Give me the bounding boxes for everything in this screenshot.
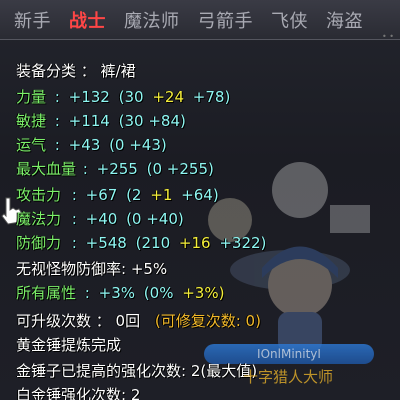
stat-total: +114: [68, 112, 110, 130]
stat-total: +548: [85, 234, 127, 252]
ignore-defense-row: 无视怪物防御率: +5%: [16, 260, 168, 278]
tab-warrior[interactable]: 战士: [61, 3, 114, 37]
all-stats-row: 所有属性 : +3% (0% +3%): [16, 284, 225, 302]
tab-magician[interactable]: 魔法师: [116, 3, 188, 37]
stat-label: 所有属性: [16, 284, 77, 302]
stat-label: 魔法力: [16, 210, 62, 228]
stat-label: 敏捷: [16, 112, 47, 130]
stat-label: 防御力: [16, 234, 62, 252]
golden-hammer-row: 黄金锤提炼完成: [16, 336, 122, 354]
stat-str-row: 力量 : +132 (30 +24 +78): [16, 88, 231, 106]
npc-title: 十字猎人大师: [243, 368, 334, 386]
upgrade-slots-row: 可升级次数 ： 0回 (可修复次数: 0): [16, 312, 261, 330]
stat-luk-row: 运气 : +43 (0 +43): [16, 136, 167, 154]
tab-thief[interactable]: 飞侠: [263, 3, 316, 37]
stat-dex-row: 敏捷 : +114 (30 +84): [16, 112, 186, 130]
stat-label: 攻击力: [16, 186, 62, 204]
equip-category: 装备分类 ： 裤/裙: [16, 62, 136, 80]
stat-total: +67: [85, 186, 118, 204]
stat-def-row: 防御力 : +548 (210 +16 +322): [16, 234, 267, 252]
item-stats-panel: 装备分类 ： 裤/裙 力量 : +132 (30 +24 +78) 敏捷 : +…: [0, 44, 400, 400]
repair-count: (可修复次数: 0): [154, 312, 261, 330]
tab-bowman[interactable]: 弓箭手: [190, 3, 262, 37]
stat-label: 最大血量: [16, 160, 77, 178]
item-tooltip-window: 新手 战士 魔法师 弓箭手 飞侠 海盗 • • 装备分类 ： 裤/裙 力量 : …: [0, 0, 400, 400]
stat-hp-row: 最大血量 : +255 (0 +255): [16, 160, 214, 178]
stat-total: +3%: [98, 284, 136, 302]
stat-total: +40: [85, 210, 118, 228]
job-tab-bar: 新手 战士 魔法师 弓箭手 飞侠 海盗 • •: [0, 0, 400, 41]
stat-label: 力量: [16, 88, 47, 106]
stat-total: +43: [68, 136, 101, 154]
tab-pirate[interactable]: 海盗: [318, 3, 371, 37]
stat-total: +255: [96, 160, 138, 178]
stat-matk-row: 魔法力 : +40 (0 +40): [16, 210, 184, 228]
stat-label: 运气: [16, 136, 47, 154]
hammer-count-row: 金锤子已提高的强化次数: 2(最大值): [16, 362, 258, 380]
white-hammer-row: 白金锤强化次数: 2: [16, 386, 141, 400]
tab-beginner[interactable]: 新手: [6, 3, 59, 37]
stat-atk-row: 攻击力 : +67 (2 +1 +64): [16, 186, 219, 204]
more-dots-icon: • •: [382, 32, 394, 41]
stat-total: +132: [68, 88, 110, 106]
